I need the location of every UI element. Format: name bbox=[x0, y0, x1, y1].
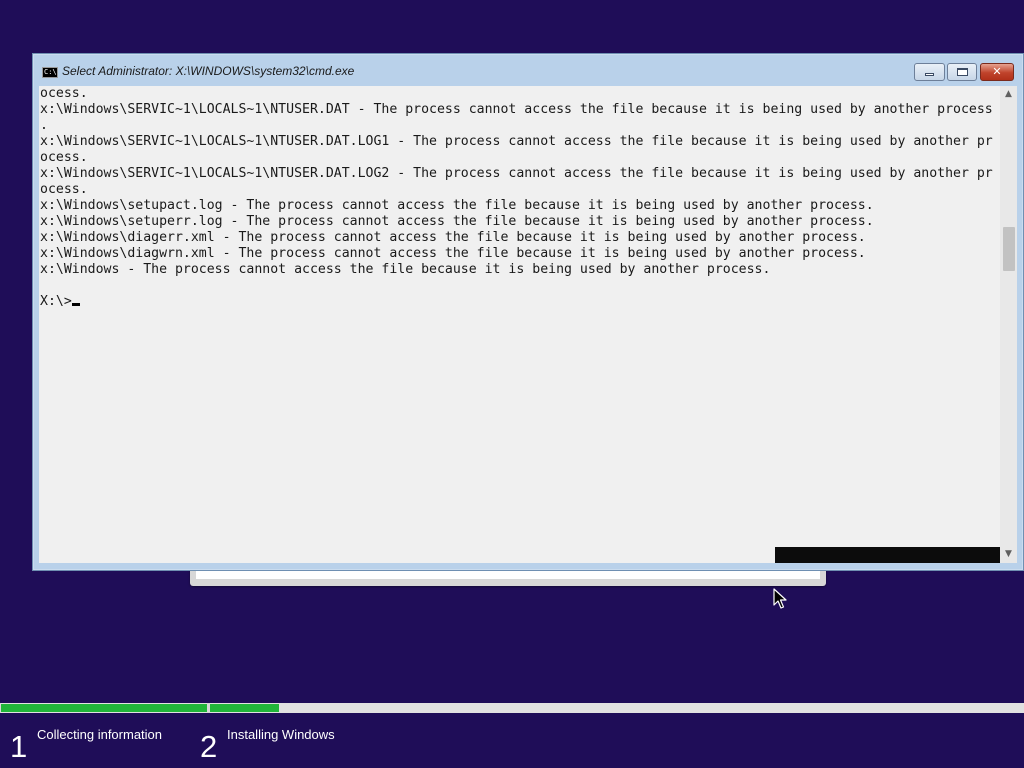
close-icon: ✕ bbox=[992, 65, 1002, 78]
console-output[interactable]: ocess. x:\Windows\SERVIC~1\LOCALS~1\NTUS… bbox=[39, 86, 1000, 563]
selection-highlight bbox=[775, 547, 1000, 563]
console-area[interactable]: ocess. x:\Windows\SERVIC~1\LOCALS~1\NTUS… bbox=[39, 86, 1017, 563]
progress-fill-installing bbox=[210, 704, 280, 712]
step-label-collecting: Collecting information bbox=[37, 727, 163, 742]
progress-segment-collecting bbox=[1, 703, 207, 713]
progress-segment-installing bbox=[210, 703, 1024, 713]
console-line: x:\Windows\diagerr.xml - The process can… bbox=[40, 230, 866, 245]
progress-fill-collecting bbox=[1, 704, 207, 712]
scroll-down-icon[interactable]: ▼ bbox=[1000, 546, 1017, 563]
step-number: 2 bbox=[200, 729, 218, 764]
close-button[interactable]: ✕ bbox=[980, 63, 1014, 81]
step-number: 1 bbox=[10, 729, 28, 764]
console-line: ocess. bbox=[40, 182, 88, 197]
cmd-app-icon[interactable]: C:\ bbox=[42, 67, 58, 78]
scroll-up-icon[interactable]: ▲ bbox=[1000, 86, 1017, 103]
minimize-button[interactable] bbox=[914, 63, 945, 81]
command-prompt-line[interactable]: X:\> bbox=[39, 294, 1000, 310]
setup-progress-bar bbox=[0, 703, 1024, 713]
console-line: ocess. bbox=[40, 150, 88, 165]
console-line: x:\Windows\SERVIC~1\LOCALS~1\NTUSER.DAT.… bbox=[40, 166, 993, 181]
console-line: ocess. bbox=[40, 86, 88, 101]
console-line: x:\Windows - The process cannot access t… bbox=[40, 262, 771, 277]
minimize-icon bbox=[925, 73, 934, 76]
vertical-scrollbar[interactable]: ▲ ▼ bbox=[1000, 86, 1017, 563]
maximize-icon bbox=[956, 68, 968, 76]
cmd-window[interactable]: C:\ Select Administrator: X:\WINDOWS\sys… bbox=[32, 53, 1024, 571]
console-line: x:\Windows\SERVIC~1\LOCALS~1\NTUSER.DAT.… bbox=[40, 134, 993, 149]
setup-screen: C:\ Select Administrator: X:\WINDOWS\sys… bbox=[0, 0, 1024, 768]
title-bar[interactable]: C:\ Select Administrator: X:\WINDOWS\sys… bbox=[33, 54, 1023, 86]
scroll-thumb[interactable] bbox=[1003, 227, 1015, 271]
maximize-button[interactable] bbox=[947, 63, 977, 81]
console-line: x:\Windows\diagwrn.xml - The process can… bbox=[40, 246, 866, 261]
text-cursor bbox=[71, 303, 80, 306]
setup-steps: 1 Collecting information 2 Installing Wi… bbox=[0, 713, 1024, 768]
mouse-pointer-icon bbox=[773, 588, 787, 609]
console-line: x:\Windows\SERVIC~1\LOCALS~1\NTUSER.DAT … bbox=[40, 102, 993, 117]
step-label-installing: Installing Windows bbox=[227, 727, 335, 742]
command-prompt: X:\> bbox=[40, 294, 72, 309]
window-title: Select Administrator: X:\WINDOWS\system3… bbox=[62, 64, 355, 78]
console-line: x:\Windows\setupact.log - The process ca… bbox=[40, 198, 874, 213]
console-line: x:\Windows\setuperr.log - The process ca… bbox=[40, 214, 874, 229]
console-line: . bbox=[40, 118, 48, 133]
